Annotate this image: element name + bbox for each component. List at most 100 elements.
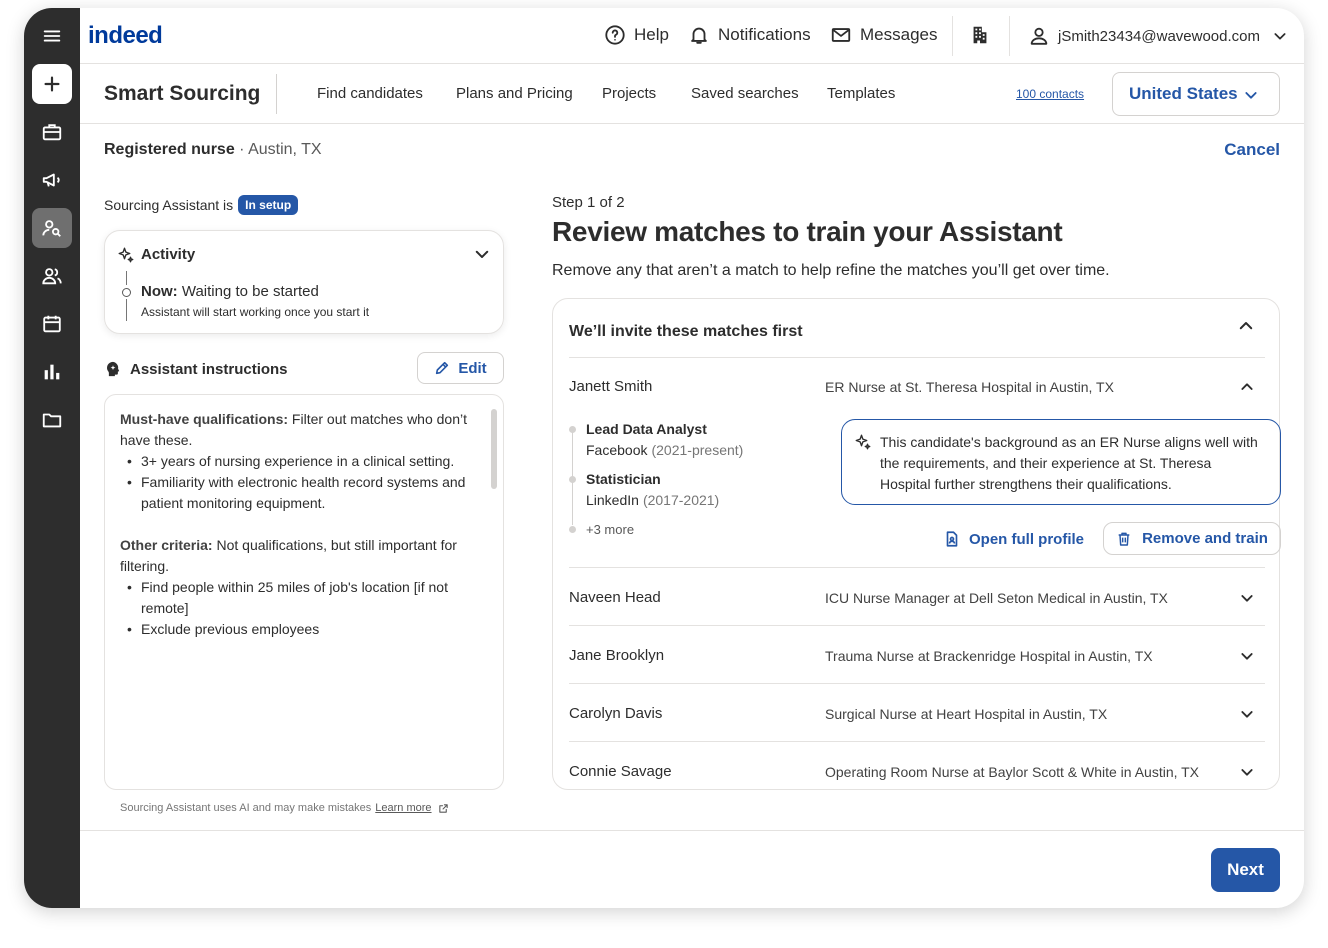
trash-icon — [1118, 532, 1130, 546]
more-history[interactable]: +3 more — [586, 522, 634, 537]
profile-doc-icon — [946, 531, 958, 547]
company-name: LinkedIn — [586, 492, 639, 508]
chevron-down-icon[interactable] — [1239, 590, 1255, 606]
disclaimer-text: Sourcing Assistant uses AI and may make … — [120, 802, 372, 814]
indeed-logo[interactable]: indeed — [88, 22, 163, 50]
timeline-line — [126, 299, 127, 321]
building-icon — [973, 26, 987, 44]
history-role: Statistician — [586, 471, 661, 487]
messages-link[interactable]: Messages — [830, 24, 937, 46]
notifications-label: Notifications — [718, 25, 811, 44]
job-location: Austin, TX — [248, 141, 322, 158]
chevron-down-icon — [1274, 33, 1286, 40]
mail-icon — [831, 28, 851, 42]
learn-more-link[interactable]: Learn more — [375, 802, 431, 814]
timeline-dot — [569, 526, 576, 533]
scrollbar[interactable] — [491, 409, 497, 489]
people-icon[interactable] — [32, 256, 72, 296]
must-label: Must-have qualifications: — [120, 411, 289, 427]
next-button[interactable]: Next — [1211, 848, 1280, 892]
history-company: LinkedIn (2017-2021) — [586, 492, 719, 508]
app-window: indeed Help Notifications Messages jSmit… — [24, 8, 1304, 908]
edit-instructions-button[interactable]: Edit — [417, 352, 504, 384]
candidate-job: ICU Nurse Manager at Dell Seton Medical … — [825, 590, 1168, 606]
top-bar: indeed Help Notifications Messages jSmit… — [80, 8, 1304, 64]
history-company: Facebook (2021-present) — [586, 442, 743, 458]
footer-divider — [80, 830, 1304, 831]
job-breadcrumb: Registered nurse · Austin, TX — [104, 141, 322, 158]
ai-summary-card: This candidate's background as an ER Nur… — [841, 419, 1281, 505]
nav-saved-searches[interactable]: Saved searches — [691, 85, 799, 102]
activity-title: Activity — [141, 246, 196, 263]
plus-icon[interactable] — [32, 64, 72, 104]
help-icon — [605, 25, 625, 45]
ai-disclaimer: Sourcing Assistant uses AI and may make … — [120, 802, 449, 814]
remove-train-button[interactable]: Remove and train — [1103, 522, 1281, 555]
calendar-icon[interactable] — [32, 304, 72, 344]
divider — [276, 74, 277, 114]
candidate-name[interactable]: Connie Savage — [569, 763, 672, 780]
divider — [569, 683, 1265, 684]
now-text: Waiting to be started — [181, 283, 319, 300]
candidate-details: Lead Data Analyst Facebook (2021-present)… — [569, 299, 1281, 555]
help-link[interactable]: Help — [604, 24, 669, 46]
candidate-job: Operating Room Nurse at Baylor Scott & W… — [825, 764, 1200, 780]
briefcase-icon[interactable] — [32, 112, 72, 152]
divider — [569, 741, 1265, 742]
candidate-job: Trauma Nurse at Brackenridge Hospital in… — [825, 648, 1153, 664]
page-title: Review matches to train your Assistant — [552, 216, 1063, 247]
company-name: Facebook — [586, 442, 648, 458]
contacts-link[interactable]: 100 contacts — [1016, 87, 1084, 101]
nav-plans-pricing[interactable]: Plans and Pricing — [456, 85, 573, 102]
country-value: United States — [1129, 84, 1238, 103]
sparkle-icon — [118, 247, 134, 263]
messages-label: Messages — [860, 25, 938, 44]
other-label: Other criteria: — [120, 537, 213, 553]
open-profile-button[interactable]: Open full profile — [943, 530, 1084, 548]
left-rail — [24, 8, 80, 908]
account-menu[interactable]: jSmith23434@wavewood.com — [1028, 25, 1288, 47]
candidate-name[interactable]: Carolyn Davis — [569, 705, 662, 722]
matches-panel: We’ll invite these matches first Janett … — [552, 298, 1281, 790]
country-select[interactable]: United States — [1112, 72, 1280, 116]
notifications-link[interactable]: Notifications — [688, 24, 811, 46]
list-item: Exclude previous employees — [120, 619, 479, 640]
candidate-name[interactable]: Jane Brooklyn — [569, 647, 664, 664]
chevron-down-icon — [1245, 92, 1257, 99]
activity-card[interactable]: Activity Now: Waiting to be started Assi… — [104, 230, 504, 334]
ai-summary-text: This candidate's background as an ER Nur… — [880, 434, 1258, 492]
nav-find-candidates[interactable]: Find candidates — [317, 85, 423, 102]
divider — [569, 625, 1265, 626]
nav-projects[interactable]: Projects — [602, 85, 656, 102]
menu-icon[interactable] — [32, 16, 72, 56]
candidate-name[interactable]: Naveen Head — [569, 589, 661, 606]
timeline-dot — [569, 426, 576, 433]
product-title: Smart Sourcing — [104, 82, 261, 105]
megaphone-icon[interactable] — [32, 160, 72, 200]
assistant-status: Sourcing Assistant is In setup — [104, 195, 299, 215]
company-link[interactable] — [969, 24, 999, 46]
chevron-down-icon[interactable] — [473, 245, 491, 263]
person-search-icon[interactable] — [32, 208, 72, 248]
divider — [1009, 16, 1010, 56]
bar-chart-icon[interactable] — [32, 352, 72, 392]
step-indicator: Step 1 of 2 — [552, 194, 625, 211]
chevron-down-icon[interactable] — [1239, 706, 1255, 722]
divider — [952, 16, 953, 56]
cancel-button[interactable]: Cancel — [1224, 140, 1280, 160]
open-profile-label: Open full profile — [969, 530, 1084, 548]
folder-icon[interactable] — [32, 400, 72, 440]
nav-templates[interactable]: Templates — [827, 85, 895, 102]
must-have-block: Must-have qualifications: Filter out mat… — [120, 409, 479, 451]
job-title: Registered nurse — [104, 141, 235, 158]
chevron-down-icon[interactable] — [1239, 648, 1255, 664]
other-criteria-block: Other criteria: Not qualifications, but … — [120, 535, 479, 577]
status-prefix: Sourcing Assistant is — [104, 197, 234, 213]
bell-icon — [691, 27, 707, 44]
now-label: Now: — [141, 283, 178, 300]
status-badge: In setup — [238, 195, 299, 215]
instructions-title: Assistant instructions — [130, 360, 288, 378]
account-email: jSmith23434@wavewood.com — [1058, 27, 1260, 45]
chevron-down-icon[interactable] — [1239, 764, 1255, 780]
instructions-panel[interactable]: Must-have qualifications: Filter out mat… — [104, 394, 504, 790]
